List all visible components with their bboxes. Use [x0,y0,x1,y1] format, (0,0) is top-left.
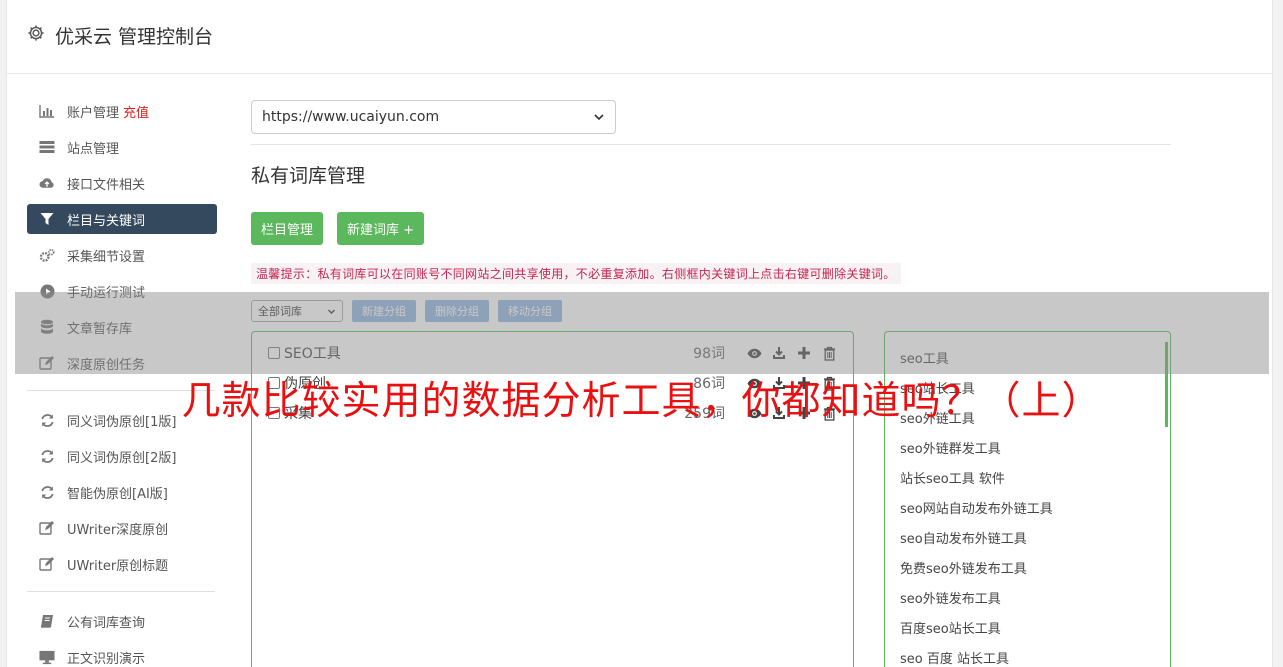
sidebar-item-label: 栏目与关键词 [67,213,146,229]
sidebar-item-label: UWriter原创标题 [67,558,169,574]
edit-icon [39,520,55,536]
sidebar-item-label: 智能伪原创[AI版] [67,486,168,502]
server-icon [39,139,55,155]
sidebar-item-group2-2[interactable]: 智能伪原创[AI版] [27,477,217,507]
site-select[interactable]: https://www.ucaiyun.com [251,100,616,134]
tip-text: 温馨提示：私有词库可以在同账号不同网站之间共享使用，不必重复添加。右侧框内关键词… [251,263,901,284]
sidebar-item-group1-3[interactable]: 栏目与关键词 [27,204,217,234]
site-select-value: https://www.ucaiyun.com [262,109,440,125]
overlay-title: 几款比较实用的数据分析工具，你都知道吗？（上） [181,379,1102,424]
sidebar-item-group2-4[interactable]: UWriter原创标题 [27,549,217,579]
column-manage-button[interactable]: 栏目管理 [251,212,324,245]
keyword-item[interactable]: seo外链群发工具 [885,432,1170,462]
keyword-item[interactable]: seo 百度 站长工具 [885,642,1170,667]
sidebar-item-label: 站点管理 [67,141,120,157]
cloud-upload-icon [39,175,55,191]
sidebar-item-label: 公有词库查询 [67,615,146,631]
divider [251,144,1171,145]
keyword-item[interactable]: 站长seo工具 软件 [885,462,1170,492]
section-title: 私有词库管理 [251,165,366,187]
chevron-down-icon [594,114,604,121]
gear-icon [28,25,44,41]
sidebar-item-group1-4[interactable]: 采集细节设置 [27,240,217,270]
sidebar-item-label: 采集细节设置 [67,249,146,265]
new-library-button[interactable]: 新建词库 + [337,212,425,245]
refresh-icon [39,484,55,500]
cogs-icon [39,247,55,263]
sidebar-item-label: 账户管理 [67,105,120,121]
header: 优采云 管理控制台 [7,0,1272,74]
page-title: 优采云 管理控制台 [55,26,214,48]
keyword-item[interactable]: seo自动发布外链工具 [885,522,1170,552]
overlay-band [15,292,1269,374]
sidebar-divider [27,591,215,592]
bar-chart-icon [39,103,55,119]
sidebar-item-group3-1[interactable]: 正文识别演示 [27,642,217,667]
filter-icon [39,211,55,227]
refresh-icon [39,448,55,464]
sidebar-item-group2-1[interactable]: 同义词伪原创[2版] [27,441,217,471]
sidebar-item-group1-1[interactable]: 站点管理 [27,132,217,162]
keyword-item[interactable]: 百度seo站长工具 [885,612,1170,642]
sidebar-item-label: UWriter深度原创 [67,522,169,538]
sidebar-item-label: 同义词伪原创[2版] [67,450,177,466]
keyword-item[interactable]: seo外链发布工具 [885,582,1170,612]
sidebar-item-group1-2[interactable]: 接口文件相关 [27,168,217,198]
book-icon [39,613,55,629]
sidebar-item-label: 接口文件相关 [67,177,146,193]
sidebar-item-group2-3[interactable]: UWriter深度原创 [27,513,217,543]
sidebar-item-group3-0[interactable]: 公有词库查询 [27,606,217,636]
edit-icon [39,556,55,572]
recharge-link[interactable]: 充值 [123,102,149,121]
main-content: https://www.ucaiyun.com 私有词库管理 栏目管理 新建词库… [251,100,1171,667]
sidebar-item-group1-0[interactable]: 账户管理 充值 [27,96,217,126]
sidebar-item-label: 正文识别演示 [67,651,146,667]
keyword-item[interactable]: 免费seo外链发布工具 [885,552,1170,582]
keyword-item[interactable]: seo网站自动发布外链工具 [885,492,1170,522]
desktop-icon [39,649,55,665]
